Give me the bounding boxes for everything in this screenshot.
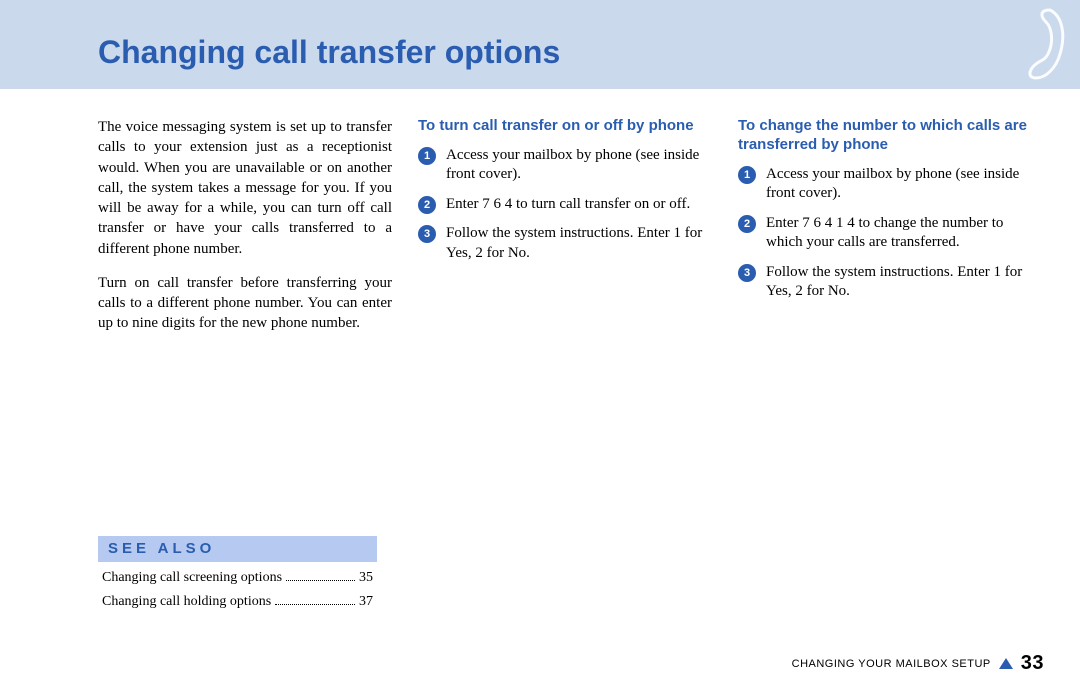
page-title: Changing call transfer options	[98, 34, 560, 71]
intro-paragraph-1: The voice messaging system is set up to …	[98, 117, 392, 259]
footer-page-number: 33	[1021, 652, 1044, 675]
see-also-item: Changing call screening options 35	[102, 568, 373, 588]
step-text: Access your mailbox by phone (see inside…	[446, 147, 699, 183]
page-footer: Changing your mailbox setup 33	[792, 652, 1044, 675]
step-number-icon: 2	[418, 196, 436, 214]
step-item: 3 Follow the system instructions. Enter …	[738, 263, 1032, 302]
procedure-1-column: To turn call transfer on or off by phone…	[418, 117, 712, 273]
step-number-icon: 3	[418, 225, 436, 243]
step-number-icon: 1	[738, 166, 756, 184]
step-text: Enter 7 6 4 1 4 to change the number to …	[766, 215, 1003, 251]
content-columns: The voice messaging system is set up to …	[0, 89, 1080, 348]
see-also-page: 37	[359, 592, 373, 612]
procedure-1-heading: To turn call transfer on or off by phone	[418, 117, 712, 136]
intro-paragraph-2: Turn on call transfer before transferrin…	[98, 273, 392, 334]
see-also-heading: See Also	[108, 540, 215, 557]
step-text: Access your mailbox by phone (see inside…	[766, 166, 1019, 202]
footer-section-name: Changing your mailbox setup	[792, 658, 991, 670]
step-number-icon: 1	[418, 147, 436, 165]
procedure-2-steps: 1 Access your mailbox by phone (see insi…	[738, 165, 1032, 302]
triangle-up-icon	[999, 658, 1013, 669]
step-text: Follow the system instructions. Enter 1 …	[766, 264, 1022, 300]
phone-handset-icon	[1010, 4, 1070, 84]
step-number-icon: 2	[738, 215, 756, 233]
see-also-item: Changing call holding options 37	[102, 592, 373, 612]
intro-column: The voice messaging system is set up to …	[98, 117, 392, 348]
step-item: 3 Follow the system instructions. Enter …	[418, 224, 712, 263]
step-item: 1 Access your mailbox by phone (see insi…	[738, 165, 1032, 204]
procedure-2-column: To change the number to which calls are …	[738, 117, 1032, 312]
see-also-heading-bar: See Also	[98, 536, 377, 562]
see-also-label: Changing call holding options	[102, 592, 271, 612]
leader-dots	[275, 603, 355, 605]
step-item: 2 Enter 7 6 4 to turn call transfer on o…	[418, 195, 712, 215]
step-item: 2 Enter 7 6 4 1 4 to change the number t…	[738, 214, 1032, 253]
procedure-1-steps: 1 Access your mailbox by phone (see insi…	[418, 146, 712, 264]
see-also-items: Changing call screening options 35 Chang…	[98, 568, 377, 611]
header-band: Changing call transfer options	[0, 0, 1080, 89]
leader-dots	[286, 579, 355, 581]
step-text: Follow the system instructions. Enter 1 …	[446, 225, 702, 261]
see-also-page: 35	[359, 568, 373, 588]
procedure-2-heading: To change the number to which calls are …	[738, 117, 1032, 155]
step-text: Enter 7 6 4 to turn call transfer on or …	[446, 196, 690, 212]
step-number-icon: 3	[738, 264, 756, 282]
step-item: 1 Access your mailbox by phone (see insi…	[418, 146, 712, 185]
see-also-block: See Also Changing call screening options…	[98, 536, 377, 615]
see-also-label: Changing call screening options	[102, 568, 282, 588]
